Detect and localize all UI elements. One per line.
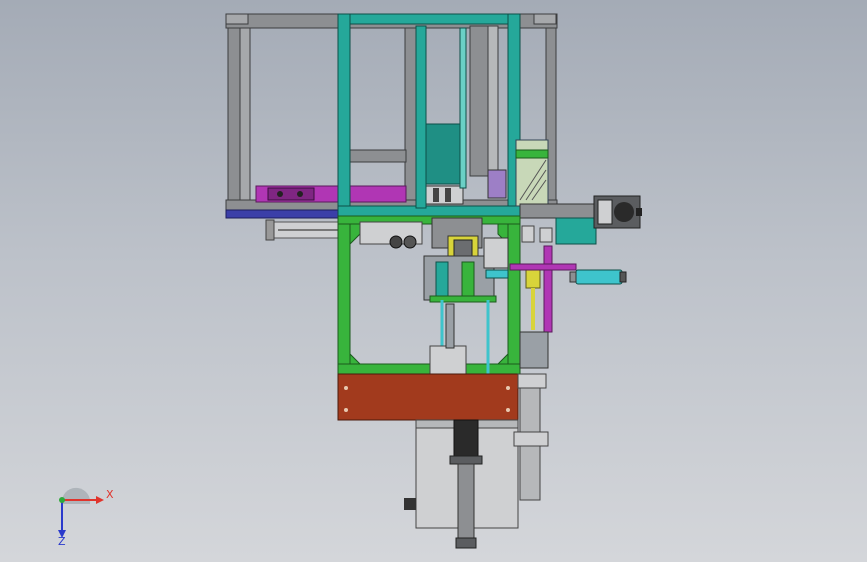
machine-drawing: X Z — [58, 13, 642, 549]
x-axis-label: X — [106, 488, 114, 501]
magenta-plate — [255, 185, 464, 205]
left-cylinder — [265, 219, 339, 241]
coordinate-triad-icon — [62, 487, 91, 504]
cyan-horizontal-cylinder — [569, 269, 627, 285]
rust-base-plate — [337, 373, 519, 421]
y-axis-dot — [59, 497, 65, 503]
z-axis-label: Z — [58, 535, 66, 548]
coordinate-triad: X Z — [58, 487, 114, 548]
cad-viewport[interactable]: X Z — [0, 0, 867, 562]
